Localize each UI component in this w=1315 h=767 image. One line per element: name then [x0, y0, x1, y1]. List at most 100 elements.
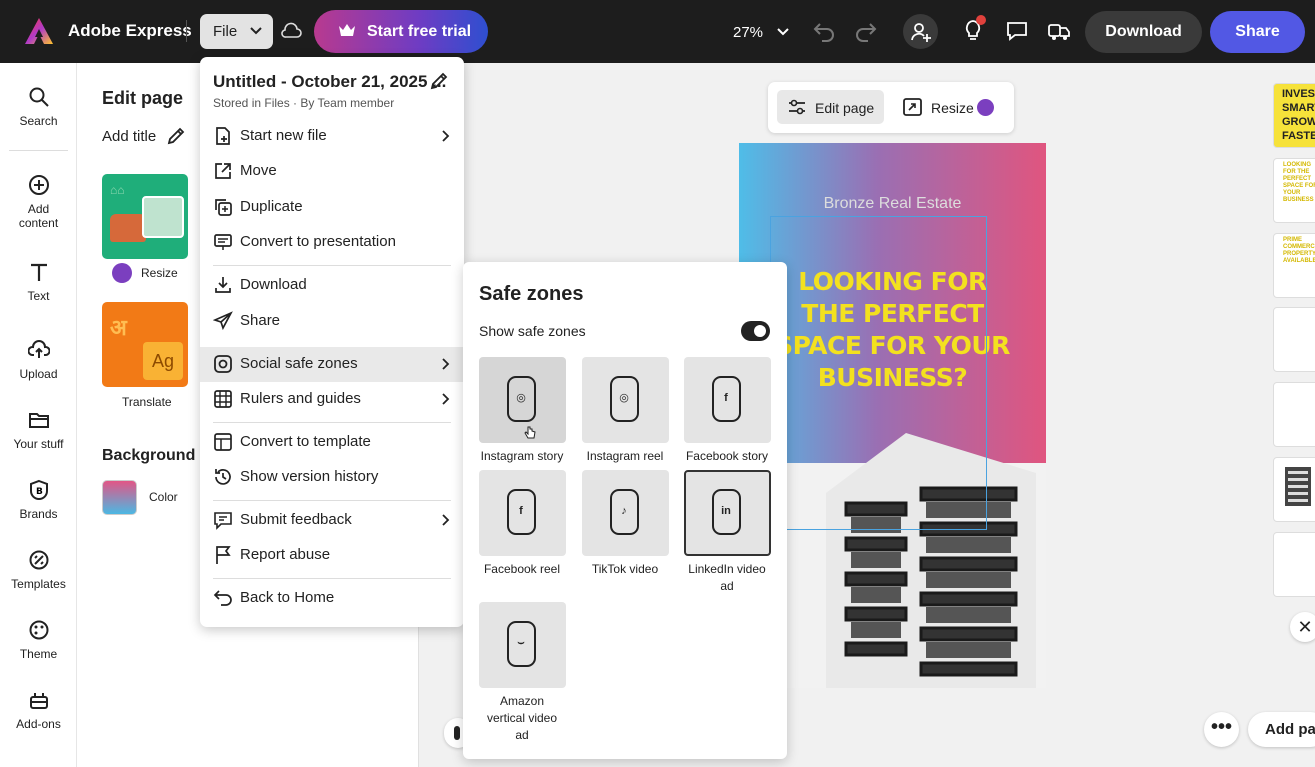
invite-button[interactable]	[903, 14, 938, 49]
tile-instagram-story[interactable]: ◎	[479, 357, 566, 443]
menu-label: Report abuse	[240, 546, 331, 563]
menu-item-convert-to-template[interactable]: Convert to template	[200, 425, 464, 460]
plus-circle-icon	[28, 175, 49, 195]
file-owner: By Team member	[300, 96, 395, 110]
rail-upload[interactable]: Upload	[0, 339, 77, 381]
rail-label: Search	[19, 114, 58, 128]
publish-icon[interactable]	[1047, 20, 1071, 42]
translate-glyph: अ	[110, 315, 127, 340]
menu-item-convert-to-presentation[interactable]: Convert to presentation	[200, 225, 464, 260]
menu-item-download[interactable]: Download	[200, 268, 464, 303]
edit-page-label: Edit page	[815, 100, 875, 116]
add-title-field[interactable]: Add title	[102, 128, 156, 145]
redo-icon[interactable]	[854, 20, 878, 42]
menu-item-rulers-and-guides[interactable]: Rulers and guides	[200, 382, 464, 417]
menu-item-show-version-history[interactable]: Show version history	[200, 460, 464, 495]
zoom-level[interactable]: 27%	[733, 24, 763, 41]
rail-search[interactable]: Search	[0, 86, 77, 128]
show-safe-zones-toggle[interactable]	[741, 321, 770, 341]
tile-linkedin-video-ad[interactable]: in	[684, 470, 771, 556]
phone-frame-icon: ◎	[610, 376, 639, 422]
rail-brands[interactable]: B Brands	[0, 479, 77, 521]
svg-text:B: B	[36, 487, 43, 497]
canvas-toolbar: Edit page Resize	[768, 82, 1014, 133]
file-title: Untitled - October 21, 2025 ...	[213, 72, 447, 91]
tile-facebook-story[interactable]: f	[684, 357, 771, 443]
background-color-label: Color	[149, 490, 178, 504]
menu-item-move[interactable]: Move	[200, 154, 464, 189]
translate-label[interactable]: Translate	[122, 395, 172, 409]
menu-item-start-new-file[interactable]: Start new file	[200, 119, 464, 154]
rail-text[interactable]: Text	[0, 261, 77, 303]
add-page-button[interactable]: Add page	[1248, 712, 1315, 747]
menu-item-social-safe-zones[interactable]: Social safe zones	[200, 347, 464, 382]
tile-tiktok-video[interactable]: ♪	[582, 470, 669, 556]
menu-divider	[213, 265, 451, 266]
download-button[interactable]: Download	[1085, 11, 1202, 53]
file-menu: Untitled - October 21, 2025 ... Stored i…	[200, 57, 464, 627]
page-thumbnail[interactable]	[1273, 307, 1315, 372]
instagram-icon: ◎	[619, 392, 629, 404]
chevron-down-icon[interactable]	[775, 23, 791, 41]
page-thumbnail[interactable]: LOOKING FOR THE PERFECT SPACE FOR YOUR B…	[1273, 158, 1315, 223]
edit-page-button[interactable]: Edit page	[777, 90, 884, 124]
hand-cursor-icon	[524, 426, 536, 439]
page-thumbnail[interactable]: INVEST SMART GROW FASTER	[1273, 83, 1315, 148]
premium-crown-icon	[112, 263, 132, 283]
canvas-resize-label: Resize	[931, 100, 974, 116]
safe-zones-title: Safe zones	[479, 283, 584, 305]
start-free-trial-button[interactable]: Start free trial	[314, 10, 488, 53]
rail-label: Upload	[19, 367, 58, 381]
page-thumbnail[interactable]	[1273, 532, 1315, 597]
menu-item-share[interactable]: Share	[200, 304, 464, 339]
resize-thumbnail[interactable]: ⌂⌂	[102, 174, 188, 259]
brand-icon: B	[29, 479, 48, 501]
tile-label: Amazon vertical video ad	[486, 694, 558, 742]
file-label: File	[213, 23, 238, 40]
menu-label: Convert to presentation	[240, 233, 396, 250]
page-thumbnail[interactable]: PRIME COMMERCIAL PROPERTY AVAILABLE	[1273, 233, 1315, 298]
page-thumbnail[interactable]	[1273, 457, 1315, 522]
adobe-express-logo-icon[interactable]	[24, 17, 54, 45]
pencil-icon[interactable]	[166, 126, 186, 146]
more-options-button[interactable]: •••	[1204, 712, 1239, 747]
undo-icon[interactable]	[812, 20, 836, 42]
rail-your-stuff[interactable]: Your stuff	[0, 409, 77, 451]
cloud-icon[interactable]	[280, 21, 302, 41]
menu-divider	[213, 500, 451, 501]
menu-item-back-to-home[interactable]: Back to Home	[200, 581, 464, 616]
tile-facebook-reel[interactable]: f	[479, 470, 566, 556]
handle-grip	[454, 726, 460, 740]
history-icon	[215, 469, 231, 485]
menu-item-report-abuse[interactable]: Report abuse	[200, 538, 464, 573]
page-thumbnail[interactable]	[1273, 382, 1315, 447]
rail-add-content[interactable]: Add content	[0, 174, 77, 230]
show-safe-zones-label: Show safe zones	[479, 323, 586, 339]
menu-item-submit-feedback[interactable]: Submit feedback	[200, 503, 464, 538]
translate-thumbnail[interactable]: अ Ag	[102, 302, 188, 387]
share-button[interactable]: Share	[1210, 11, 1305, 53]
menu-item-duplicate[interactable]: Duplicate	[200, 190, 464, 225]
tile-label: Instagram story	[480, 449, 564, 463]
background-color-swatch[interactable]	[102, 480, 137, 515]
canvas-resize-button[interactable]: Resize	[903, 98, 994, 116]
tile-label: Facebook reel	[483, 562, 561, 576]
pencil-icon[interactable]	[429, 71, 449, 91]
rail-theme[interactable]: Theme	[0, 619, 77, 661]
premium-crown-icon	[977, 99, 994, 116]
comment-icon[interactable]	[1005, 19, 1029, 43]
chevron-right-icon	[442, 358, 450, 370]
rail-label: Your stuff	[13, 437, 64, 451]
menu-label: Duplicate	[240, 198, 303, 215]
instagram-icon	[214, 355, 232, 373]
tile-instagram-reel[interactable]: ◎	[582, 357, 669, 443]
close-icon[interactable]: ✕	[1290, 612, 1315, 642]
rail-add-ons[interactable]: Add-ons	[0, 689, 77, 731]
file-menu-button[interactable]: File	[200, 14, 273, 49]
rail-templates[interactable]: Templates	[0, 549, 77, 591]
poster-brand[interactable]: Bronze Real Estate	[739, 195, 1046, 213]
rail-label: Add content	[18, 202, 59, 230]
rail-divider	[9, 150, 68, 151]
tile-amazon-vertical-video-ad[interactable]: ⌣	[479, 602, 566, 688]
tiktok-icon: ♪	[621, 505, 627, 517]
